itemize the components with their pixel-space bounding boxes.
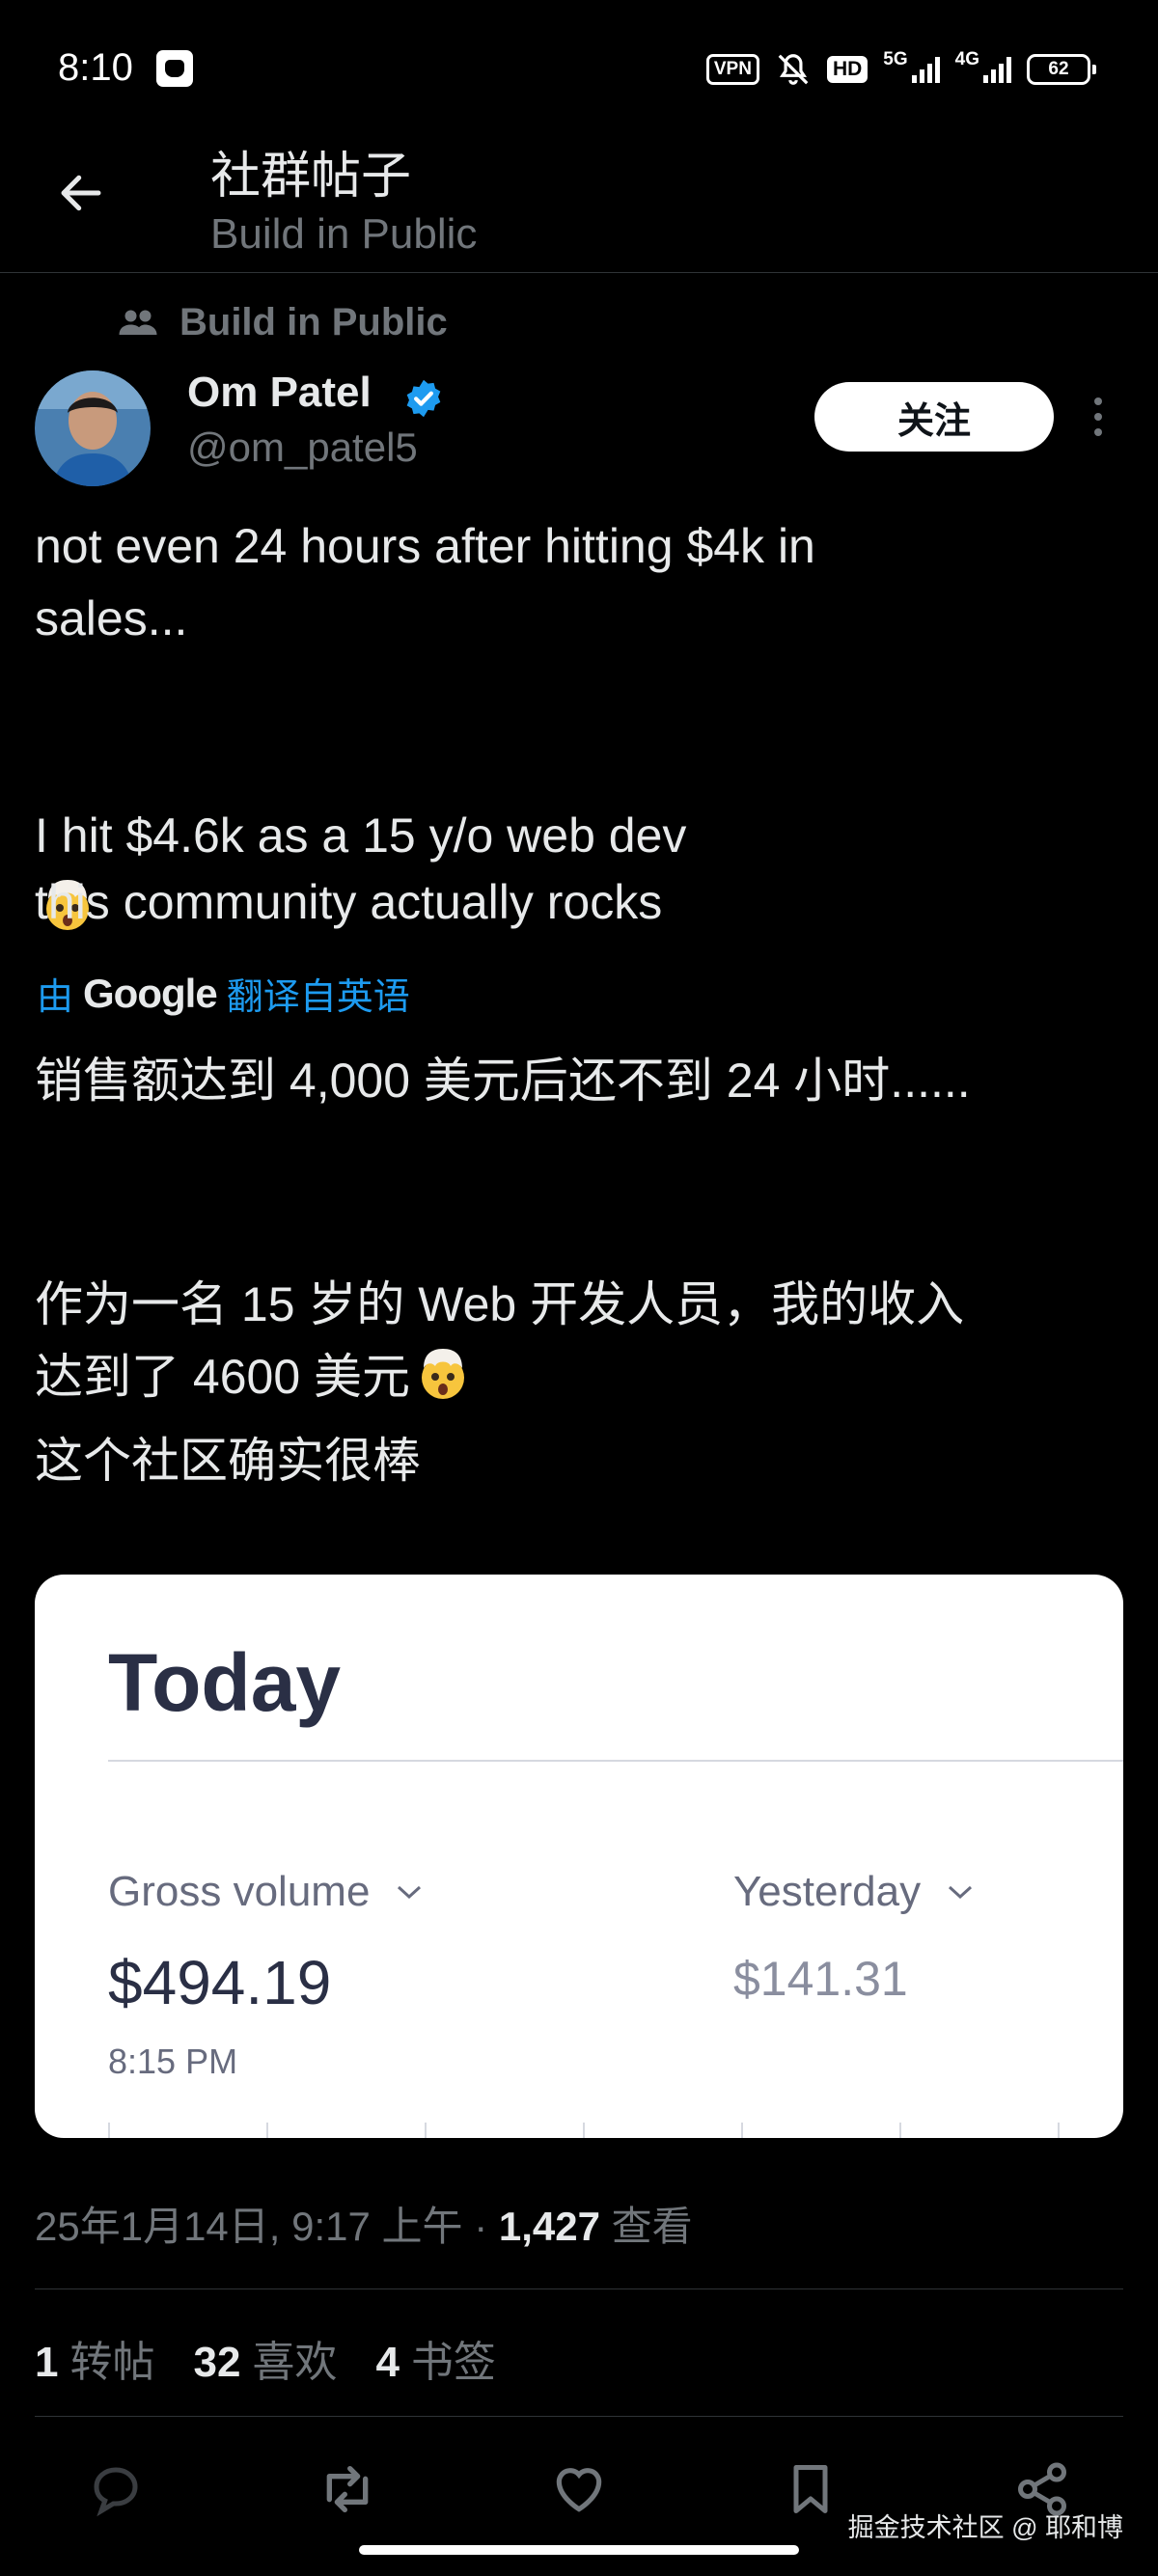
translated-text-line-2-text: 作为一名 15 岁的 Web 开发人员，我的收入 达到了 4600 美元 [35,1277,965,1404]
likes-count: 32 [193,2339,241,2386]
time-note: 8:15 PM [108,2042,238,2081]
translation-attribution[interactable]: 由 Google 翻译自英语 [37,967,410,1020]
views-label: 查看 [599,2204,693,2249]
compare-period-label: Yesterday [733,1868,975,1916]
home-indicator[interactable] [359,2545,799,2555]
translated-text-line-1: 销售额达到 4,000 美元后还不到 24 小时...... [35,1054,971,1108]
follow-button[interactable]: 关注 [814,382,1054,452]
translate-prefix: 由 [37,977,74,1018]
chart-ticks [108,2123,1123,2138]
signal-5g-icon [911,56,940,83]
bookmark-icon [793,2465,828,2513]
post-text-line-1: not even 24 hours after hitting $4k in s… [35,519,815,645]
post-stats: 1 转帖 32 喜欢 4 书签 [35,2327,496,2389]
likes-stat[interactable]: 32 喜欢 [193,2327,337,2389]
gross-volume-text: Gross volume [108,1868,371,1915]
verified-badge-icon [406,379,441,418]
community-label: Build in Public [179,301,448,343]
back-button[interactable] [50,162,112,224]
back-arrow-icon [61,175,101,211]
header-divider [0,272,1158,273]
page-title: 社群帖子 [210,149,412,205]
watermark: 掘金技术社区 @ 耶和博 [847,2513,1123,2542]
translated-text-line-2: 作为一名 15 岁的 Web 开发人员，我的收入 达到了 4600 美元 [35,1196,1125,1413]
more-dot [1094,413,1102,421]
page-subtitle: Build in Public [210,210,478,258]
bookmarks-label: 书签 [410,2339,496,2386]
stats-divider [35,2416,1123,2417]
post-meta: 25年1月14日, 9:17 上午 · 1,427 查看 [35,2194,693,2253]
reply-icon [94,2467,138,2517]
post-date: 25年1月14日, 9:17 上午 · [35,2204,499,2249]
likes-label: 喜欢 [252,2339,338,2386]
battery-icon: 62 [1027,54,1096,85]
reposts-count: 1 [35,2339,59,2386]
google-logo: Google [83,970,218,1016]
reposts-label: 转帖 [69,2339,155,2386]
card-divider [108,1760,1123,1762]
repost-button[interactable] [309,2451,386,2528]
status-time: 8:10 [58,46,133,89]
gross-volume-value: $494.19 [108,1948,332,2017]
like-icon [556,2468,602,2512]
reply-button[interactable] [77,2451,154,2528]
community-icon [119,310,157,335]
bookmarks-count: 4 [375,2339,400,2386]
repost-icon [326,2466,369,2512]
post-text-line-2-text: I hit $4.6k as a 15 y/o web dev [35,808,687,863]
chevron-down-icon [398,1885,422,1900]
post-text-line-3: this community actually rocks [35,875,663,929]
mind-blown-emoji [422,1349,465,1399]
signal-4g-icon [983,56,1011,83]
card-title: Today [108,1637,342,1728]
bookmarks-stat[interactable]: 4 书签 [375,2327,495,2389]
more-dot [1094,397,1102,405]
translated-text-line-3: 这个社区确实很棒 [35,1434,421,1488]
network-4g-icon: 4G [954,49,979,69]
mute-bell-icon [778,54,809,85]
author-name[interactable]: Om Patel [187,369,372,417]
gross-volume-label: Gross volume [108,1868,424,1916]
compare-value: $141.31 [733,1952,908,2006]
network-5g-icon: 5G [883,49,908,69]
bookmark-button[interactable] [772,2451,849,2528]
compare-period-text: Yesterday [733,1868,922,1915]
hd-icon: HD [826,56,868,83]
like-button[interactable] [540,2451,618,2528]
status-icons: VPN HD 5G 4G 62 [705,49,1096,89]
community-link[interactable]: Build in Public [118,301,448,344]
meta-divider [35,2288,1123,2289]
more-dot [1094,428,1102,436]
avatar[interactable] [35,370,151,486]
chevron-down-icon [949,1885,973,1900]
app-notification-icon [156,50,193,87]
reposts-stat[interactable]: 1 转帖 [35,2327,154,2389]
more-options-button[interactable] [1085,390,1112,444]
vpn-icon: VPN [705,54,759,85]
post-image[interactable]: Today Gross volume Yesterday $494.19 $14… [35,1575,1123,2138]
author-handle[interactable]: @om_patel5 [187,425,418,471]
translate-suffix: 翻译自英语 [226,977,410,1018]
views-count: 1,427 [498,2204,600,2249]
